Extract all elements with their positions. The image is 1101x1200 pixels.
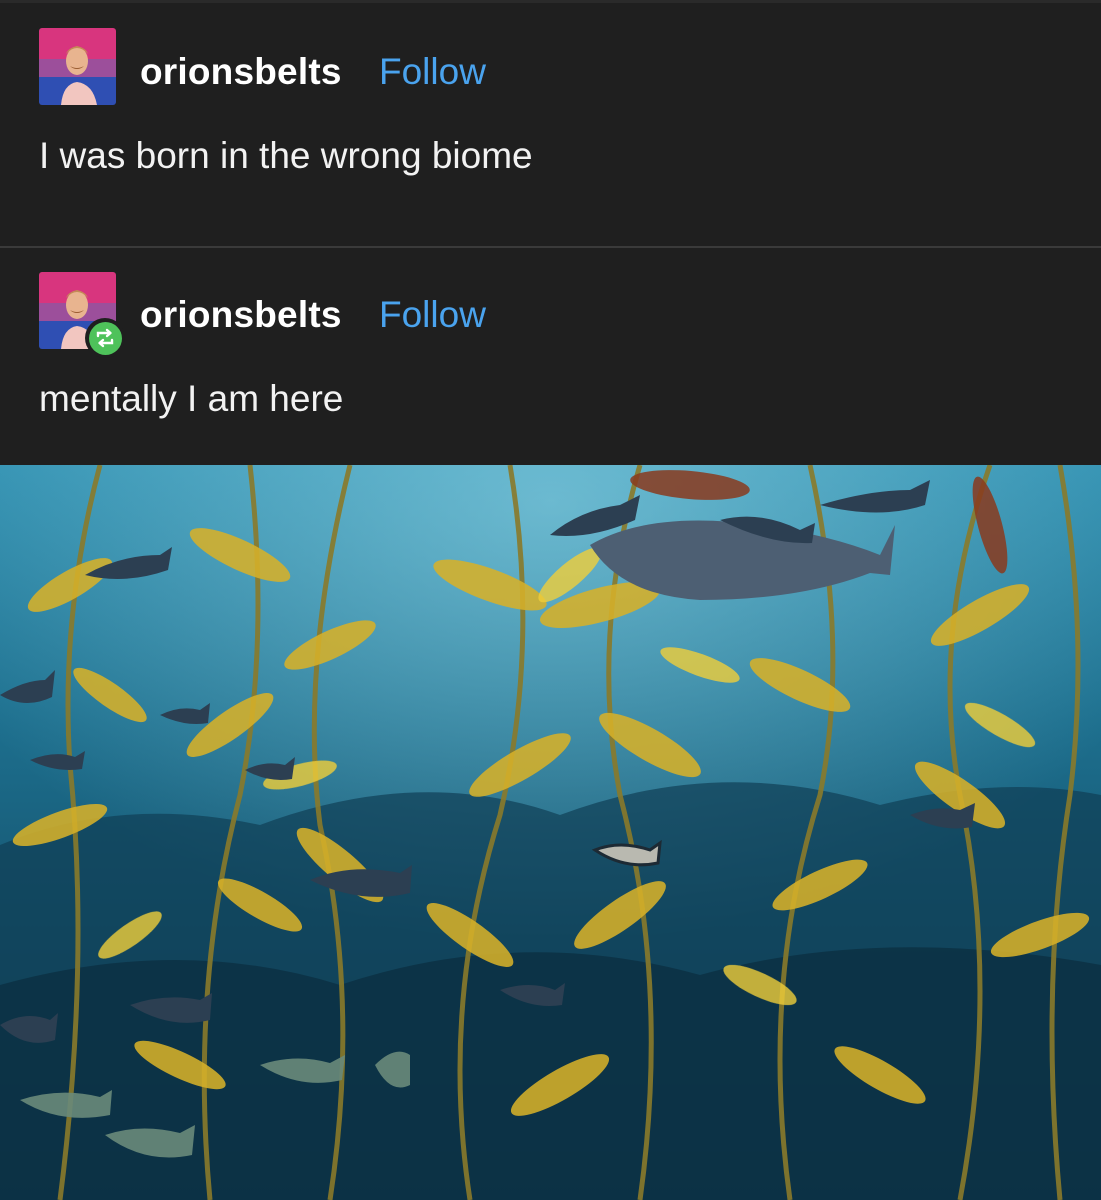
kelp-forest-photo xyxy=(0,465,1101,1200)
follow-button[interactable]: Follow xyxy=(379,294,486,336)
post-reblog: orionsbelts Follow mentally I am here xyxy=(0,248,1101,465)
username[interactable]: orionsbelts xyxy=(140,51,342,93)
post-original: orionsbelts Follow I was born in the wro… xyxy=(0,3,1101,247)
avatar-portrait-icon xyxy=(39,28,116,105)
username[interactable]: orionsbelts xyxy=(140,294,342,336)
reblog-icon xyxy=(96,328,114,348)
post-text: mentally I am here xyxy=(39,378,344,419)
post-text: I was born in the wrong biome xyxy=(39,135,533,176)
follow-button[interactable]: Follow xyxy=(379,51,486,93)
kelp-forest-image xyxy=(0,465,1101,1200)
avatar[interactable] xyxy=(39,28,116,105)
reblog-badge xyxy=(85,318,125,358)
